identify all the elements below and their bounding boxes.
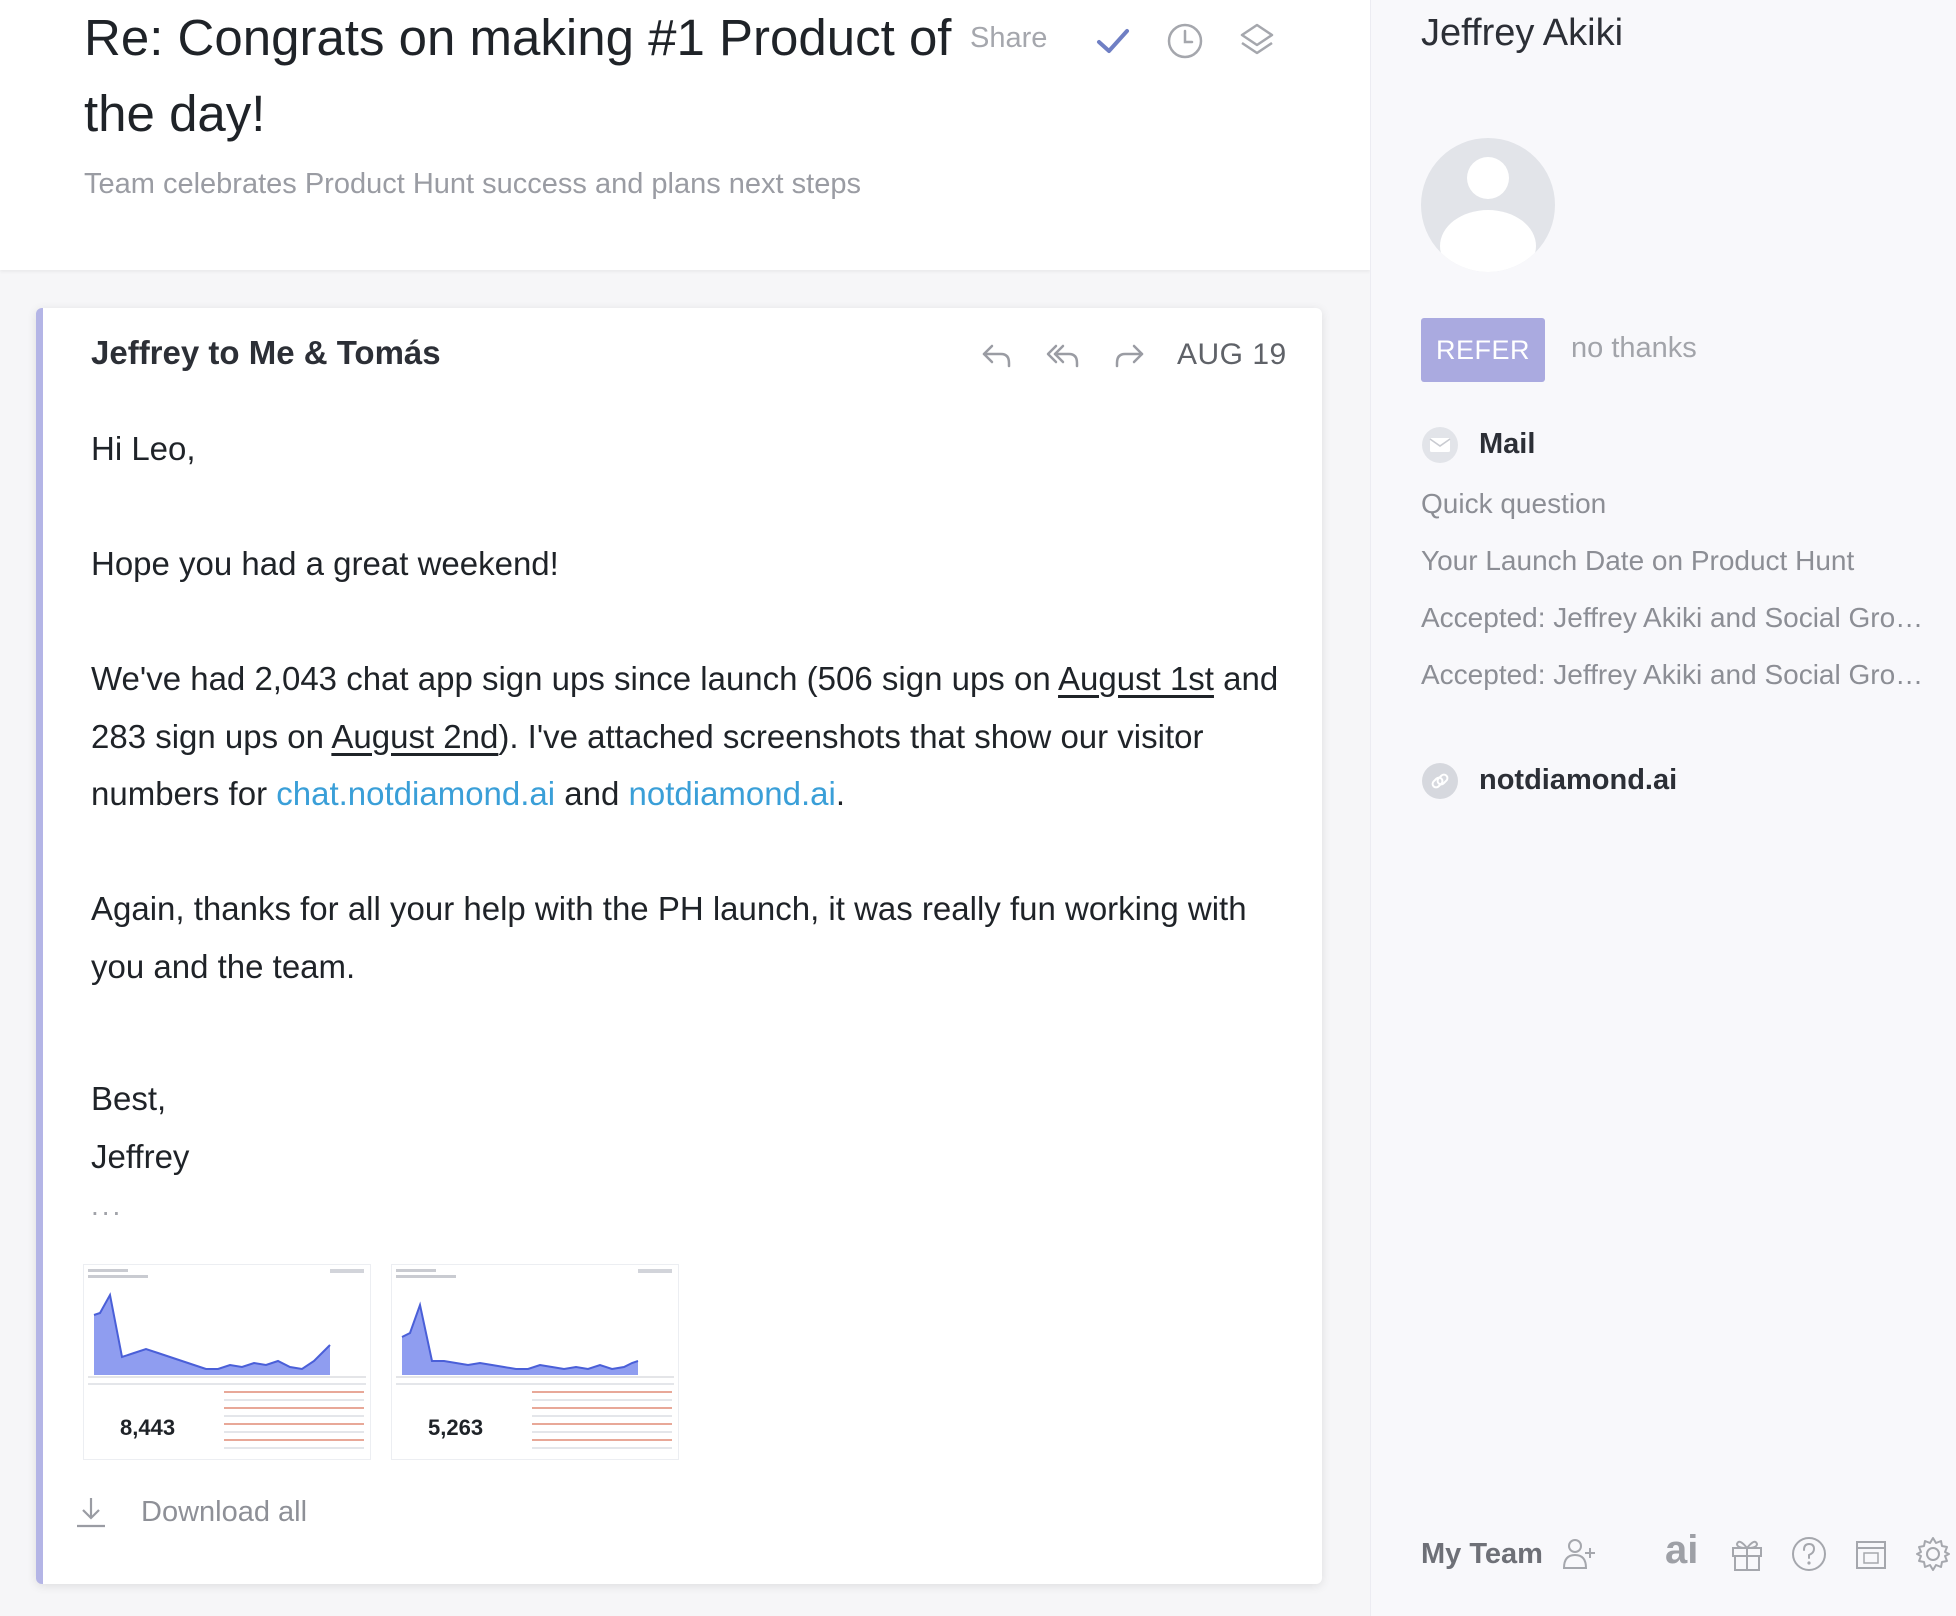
add-team-member-icon[interactable] (1559, 1534, 1599, 1574)
attachment-stat: 8,443 (120, 1415, 176, 1440)
my-team-button[interactable]: My Team (1421, 1538, 1543, 1571)
website-link-label: notdiamond.ai (1479, 764, 1678, 796)
help-icon[interactable] (1789, 1534, 1829, 1574)
mail-section-label: Mail (1479, 428, 1536, 460)
thread-pane: Re: Congrats on making #1 Product of the… (0, 0, 1370, 1616)
contact-name: Jeffrey Akiki (1421, 12, 1624, 54)
remind-clock-icon[interactable] (1162, 18, 1208, 64)
share-button[interactable]: Share (970, 22, 1047, 55)
reply-all-icon[interactable] (1043, 336, 1083, 376)
labels-layers-icon[interactable] (1234, 18, 1280, 64)
text-run: . (835, 775, 846, 812)
download-icon (77, 1498, 105, 1528)
attachment-thumbnail[interactable]: 5,263 (391, 1264, 679, 1460)
settings-gear-icon[interactable] (1913, 1534, 1953, 1574)
calendar-icon[interactable] (1851, 1534, 1891, 1574)
greeting: Hi Leo, (91, 430, 196, 467)
ai-icon[interactable]: ai (1665, 1528, 1711, 1572)
mail-item[interactable]: Quick question (1421, 488, 1933, 520)
link-icon (1422, 763, 1458, 799)
download-all-label: Download all (141, 1496, 308, 1528)
date-link-august-1st[interactable]: August 1st (1058, 660, 1214, 697)
reply-icon[interactable] (977, 336, 1017, 376)
link-chat-notdiamond[interactable]: chat.notdiamond.ai (276, 775, 555, 812)
thread-summary: Team celebrates Product Hunt success and… (84, 168, 861, 200)
text-run: and (555, 775, 629, 812)
attachment-thumbnail[interactable]: 8,443 (83, 1264, 371, 1460)
body-paragraph-signups: We've had 2,043 chat app sign ups since … (91, 650, 1301, 823)
forward-icon[interactable] (1109, 336, 1149, 376)
contact-sidebar: Jeffrey Akiki REFER no thanks Mail Quick… (1370, 0, 1956, 1616)
thread-subject: Re: Congrats on making #1 Product of the… (84, 9, 952, 142)
message-sender[interactable]: Jeffrey to Me & Tomás (91, 334, 441, 372)
refer-button[interactable]: REFER (1421, 318, 1545, 382)
mail-item[interactable]: Accepted: Jeffrey Akiki and Social Growt… (1421, 602, 1933, 634)
text-run: We've had 2,043 chat app sign ups since … (91, 660, 1059, 697)
mail-icon (1422, 427, 1458, 463)
thread-header: Re: Congrats on making #1 Product of the… (0, 0, 1370, 270)
signature: Jeffrey (91, 1137, 190, 1175)
show-quoted-text-toggle[interactable]: ... (91, 1190, 123, 1222)
gift-icon[interactable] (1727, 1534, 1767, 1574)
signoff: Best, (91, 1080, 167, 1117)
date-link-august-2nd[interactable]: August 2nd (331, 718, 498, 755)
body-line-weekend: Hope you had a great weekend! (91, 545, 559, 582)
attachment-stat: 5,263 (428, 1415, 484, 1440)
message-date: AUG 19 (1177, 338, 1287, 371)
mail-item[interactable]: Your Launch Date on Product Hunt (1421, 545, 1933, 577)
message-body: Hi Leo, Hope you had a great weekend! We… (91, 420, 1301, 1185)
mark-done-check-icon[interactable] (1090, 18, 1136, 64)
no-thanks-link[interactable]: no thanks (1571, 332, 1697, 365)
link-notdiamond[interactable]: notdiamond.ai (629, 775, 836, 812)
mail-item[interactable]: Accepted: Jeffrey Akiki and Social Growt… (1421, 659, 1933, 691)
avatar-placeholder-icon (1421, 138, 1555, 272)
message-card: Jeffrey to Me & Tomás AUG 19 Hi Leo, Hop… (36, 308, 1322, 1584)
body-paragraph-thanks: Again, thanks for all your help with the… (91, 890, 1247, 985)
